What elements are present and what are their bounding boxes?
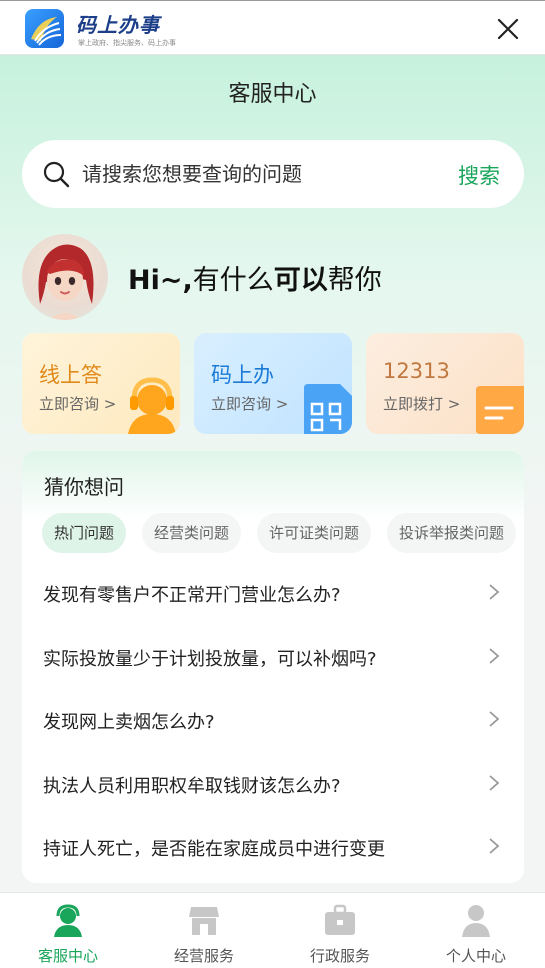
close-button[interactable] [494, 15, 522, 43]
card-subtitle: 立即咨询 > [211, 395, 289, 413]
tabbar-business-service[interactable]: 经营服务 [136, 893, 272, 968]
question-item[interactable]: 发现有零售户不正常开门营业怎么办? [22, 561, 524, 625]
chevron-right-icon [489, 774, 500, 791]
bottom-tab-bar: 客服中心 经营服务 行政服务 个人中心 [0, 892, 545, 968]
search-input[interactable] [82, 158, 442, 190]
card-code-office[interactable]: 码上办 立即咨询 > [194, 333, 352, 434]
close-icon [497, 18, 519, 40]
tabbar-personal-center[interactable]: 个人中心 [408, 893, 544, 968]
card-online-answer[interactable]: 线上答 立即咨询 > [22, 333, 180, 434]
customer-service-icon [54, 904, 82, 937]
question-list: 发现有零售户不正常开门营业怎么办? 实际投放量少于计划投放量，可以补烟吗? 发现… [22, 561, 524, 879]
search-bar: 搜索 [22, 140, 524, 208]
question-item[interactable]: 执法人员利用职权牟取钱财该怎么办? [22, 752, 524, 816]
tabbar-label: 行政服务 [309, 947, 370, 965]
tab-hot[interactable]: 热门问题 [42, 513, 127, 553]
store-icon [189, 907, 219, 935]
chevron-right-icon [489, 838, 500, 854]
question-item[interactable]: 持证人死亡，是否能在家庭成员中进行变更 [22, 815, 524, 879]
app-header: 码上办事 掌上政府、指尖服务、码上办事 [0, 0, 545, 55]
search-icon [43, 161, 70, 188]
qr-code-icon [304, 384, 352, 434]
notepad-icon [476, 386, 524, 434]
question-item[interactable]: 实际投放量少于计划投放量，可以补烟吗? [22, 625, 524, 689]
card-subtitle: 立即拨打 > [383, 395, 461, 413]
tabbar-label: 个人中心 [445, 947, 506, 965]
faq-panel: 猜你想问 热门问题 经营类问题 许可证类问题 投诉举报类问题 发现有零售户不正常开门营… [22, 451, 524, 883]
faq-tabs: 热门问题 经营类问题 许可证类问题 投诉举报类问题 [42, 513, 524, 555]
question-text: 实际投放量少于计划投放量，可以补烟吗? [43, 648, 377, 670]
tab-complaint[interactable]: 投诉举报类问题 [387, 513, 517, 553]
question-text: 持证人死亡，是否能在家庭成员中进行变更 [43, 839, 385, 860]
card-title: 码上办 [211, 363, 274, 387]
app-slogan: 掌上政府、指尖服务、码上办事 [78, 39, 176, 47]
question-text: 发现有零售户不正常开门营业怎么办? [43, 585, 341, 606]
greeting-text: Hi~,有什么可以帮你 [128, 258, 382, 297]
chevron-right-icon [489, 711, 500, 727]
chevron-right-icon [489, 584, 500, 600]
card-title: 12313 [383, 359, 450, 383]
greeting-prefix: Hi~, [128, 265, 193, 296]
app-logo-icon [25, 9, 64, 48]
assistant-avatar [22, 234, 108, 320]
tabbar-label: 经营服务 [173, 947, 234, 965]
headset-agent-icon [128, 377, 176, 434]
briefcase-icon [325, 904, 355, 935]
tabbar-customer-service[interactable]: 客服中心 [0, 893, 136, 968]
greeting-bold: 可以 [273, 265, 328, 296]
person-icon [462, 905, 490, 937]
card-title: 线上答 [39, 363, 102, 387]
tab-license[interactable]: 许可证类问题 [257, 513, 372, 553]
card-subtitle: 立即咨询 > [39, 395, 117, 413]
tabbar-admin-service[interactable]: 行政服务 [272, 893, 408, 968]
greeting-middle: 有什么 [192, 265, 274, 296]
question-item[interactable]: 发现网上卖烟怎么办? [22, 688, 524, 752]
tabbar-label: 客服中心 [37, 947, 98, 965]
app-name: 码上办事 [76, 13, 160, 37]
greeting-suffix: 帮你 [327, 265, 382, 296]
search-button[interactable]: 搜索 [458, 160, 500, 190]
page-title: 客服中心 [228, 82, 317, 107]
faq-title: 猜你想问 [44, 475, 124, 499]
question-text: 发现网上卖烟怎么办? [43, 712, 215, 733]
card-hotline[interactable]: 12313 立即拨打 > [366, 333, 524, 434]
chevron-right-icon [489, 647, 500, 664]
question-text: 执法人员利用职权牟取钱财该怎么办? [43, 775, 341, 797]
tab-business[interactable]: 经营类问题 [142, 513, 242, 553]
